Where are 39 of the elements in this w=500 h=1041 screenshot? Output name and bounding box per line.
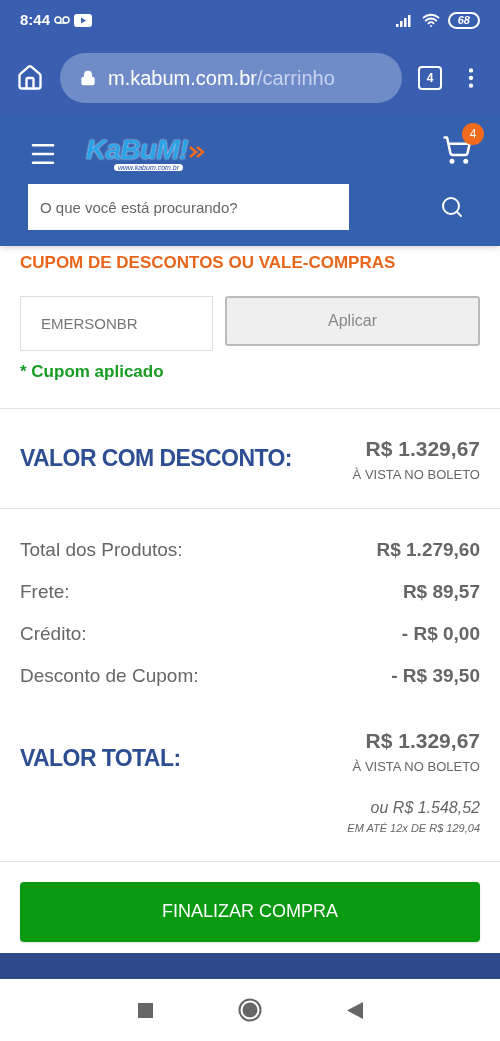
summary-label: Crédito: xyxy=(20,621,87,646)
summary-label: Desconto de Cupom: xyxy=(20,663,199,688)
discount-total-label: VALOR COM DESCONTO: xyxy=(20,444,292,474)
lock-icon xyxy=(80,69,96,86)
search-icon[interactable] xyxy=(440,195,464,219)
home-button-icon[interactable] xyxy=(237,998,262,1022)
tab-count-button[interactable]: 4 xyxy=(418,65,442,90)
summary-value: - R$ 0,00 xyxy=(401,621,480,646)
checkout-button[interactable]: FINALIZAR COMPRA xyxy=(20,881,480,942)
coupon-heading: CUPOM DE DESCONTOS OU VALE-COMPRAS xyxy=(20,252,397,274)
status-time: 8:44 xyxy=(20,9,51,30)
payment-note: À VISTA NO BOLETO xyxy=(352,757,480,776)
home-icon[interactable] xyxy=(16,63,44,92)
url-text: m.kabum.com.br/carrinho xyxy=(108,65,335,91)
cart-button[interactable] xyxy=(442,135,472,165)
voicemail-icon xyxy=(54,15,71,25)
chevrons-icon xyxy=(188,145,205,158)
summary-value: - R$ 39,50 xyxy=(391,663,480,688)
summary-label: Frete: xyxy=(20,579,70,604)
coupon-applied-message: * Cupom aplicado xyxy=(20,360,165,383)
battery-indicator: 68 xyxy=(447,11,480,29)
discount-total-amount: R$ 1.329,67 xyxy=(365,436,480,462)
payment-note: À VISTA NO BOLETO xyxy=(352,465,480,484)
installment-total: ou R$ 1.548,52 xyxy=(370,798,480,818)
summary-label: Total dos Produtos: xyxy=(20,537,183,562)
summary-value: R$ 1.279,60 xyxy=(376,537,480,562)
signal-icon xyxy=(395,13,414,27)
total-amount: R$ 1.329,67 xyxy=(365,728,480,754)
cart-count-badge: 4 xyxy=(462,123,484,145)
coupon-field[interactable]: EMERSONBR xyxy=(20,295,213,351)
total-label: VALOR TOTAL: xyxy=(20,744,181,773)
address-bar[interactable]: m.kabum.com.br/carrinho xyxy=(60,52,402,103)
play-icon xyxy=(74,13,93,27)
installment-note: EM ATÉ 12x DE R$ 129,04 xyxy=(347,821,480,836)
search-field[interactable]: O que você está procurando? xyxy=(28,184,349,230)
recents-icon[interactable] xyxy=(137,1002,153,1018)
summary-value: R$ 89,57 xyxy=(402,579,480,604)
wifi-icon xyxy=(421,11,440,29)
back-icon[interactable] xyxy=(346,1001,363,1019)
